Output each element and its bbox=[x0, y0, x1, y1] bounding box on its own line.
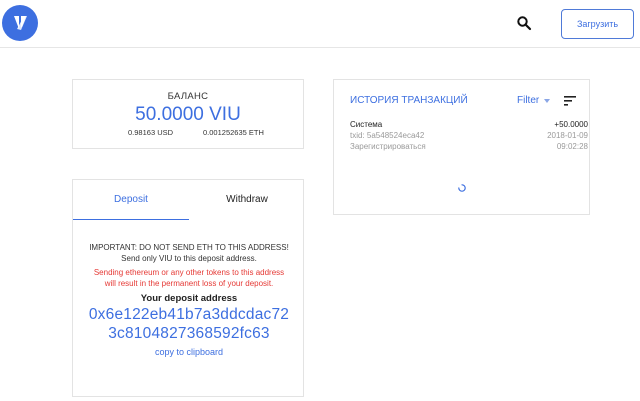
top-bar: Загрузить bbox=[0, 0, 640, 48]
balance-usd: 0.98163 USD bbox=[128, 128, 174, 137]
balance-value: 50.0000 VIU bbox=[135, 104, 241, 125]
deposit-body: IMPORTANT: DO NOT SEND ETH TO THIS ADDRE… bbox=[73, 242, 305, 357]
vibe-logo-icon[interactable] bbox=[2, 5, 38, 41]
tab-withdraw[interactable]: Withdraw bbox=[189, 180, 305, 220]
transaction-amount: +50.0000 bbox=[554, 120, 588, 129]
warning-line-2: will result in the permanent loss of you… bbox=[104, 279, 274, 288]
address-line-2: 3c8104827368592fc63 bbox=[108, 325, 270, 342]
address-line-1: 0x6e122eb41b7a3ddcdac72 bbox=[88, 306, 290, 323]
balance-card: БАЛАНС 50.0000 VIU 0.98163 USD 0.0012526… bbox=[72, 79, 304, 149]
balance-eth: 0.001252635 ETH bbox=[203, 128, 264, 137]
transaction-source: Система bbox=[350, 120, 383, 129]
search-icon[interactable] bbox=[516, 15, 532, 31]
transaction-history-title: ИСТОРИЯ ТРАНЗАКЦИЙ bbox=[350, 95, 468, 106]
transaction-txid: txid: 5a548524eca42 bbox=[350, 131, 425, 140]
upload-button[interactable]: Загрузить bbox=[561, 9, 634, 39]
loss-warning: Sending ethereum or any other tokens to … bbox=[73, 267, 305, 289]
deposit-card: Deposit Withdraw IMPORTANT: DO NOT SEND … bbox=[72, 179, 304, 397]
deposit-address-title: Your deposit address bbox=[140, 293, 238, 304]
spinner-icon bbox=[458, 184, 466, 192]
sort-icon[interactable] bbox=[564, 96, 576, 106]
chevron-down-icon[interactable] bbox=[544, 99, 550, 103]
transaction-type: Зарегистрироваться bbox=[350, 142, 426, 151]
deposit-address[interactable]: 0x6e122eb41b7a3ddcdac72 3c8104827368592f… bbox=[73, 305, 305, 343]
transaction-date: 2018-01-09 bbox=[547, 131, 588, 140]
filter-dropdown[interactable]: Filter bbox=[517, 95, 539, 106]
transaction-row-meta: +50.0000 2018-01-09 09:02:28 bbox=[488, 119, 588, 152]
transaction-history-card: ИСТОРИЯ ТРАНЗАКЦИЙ Filter Система txid: … bbox=[333, 79, 590, 215]
important-line-2: Send only VIU to this deposit address. bbox=[121, 254, 257, 263]
important-notice: IMPORTANT: DO NOT SEND ETH TO THIS ADDRE… bbox=[73, 242, 305, 264]
important-line-1: IMPORTANT: DO NOT SEND ETH TO THIS ADDRE… bbox=[89, 243, 289, 252]
transaction-time: 09:02:28 bbox=[556, 142, 588, 151]
warning-line-1: Sending ethereum or any other tokens to … bbox=[93, 268, 285, 277]
transaction-row-details: Система txid: 5a548524eca42 Зарегистриро… bbox=[350, 119, 426, 152]
copy-to-clipboard-link[interactable]: copy to clipboard bbox=[73, 347, 305, 357]
balance-title: БАЛАНС bbox=[167, 91, 209, 102]
tab-deposit[interactable]: Deposit bbox=[73, 180, 189, 220]
